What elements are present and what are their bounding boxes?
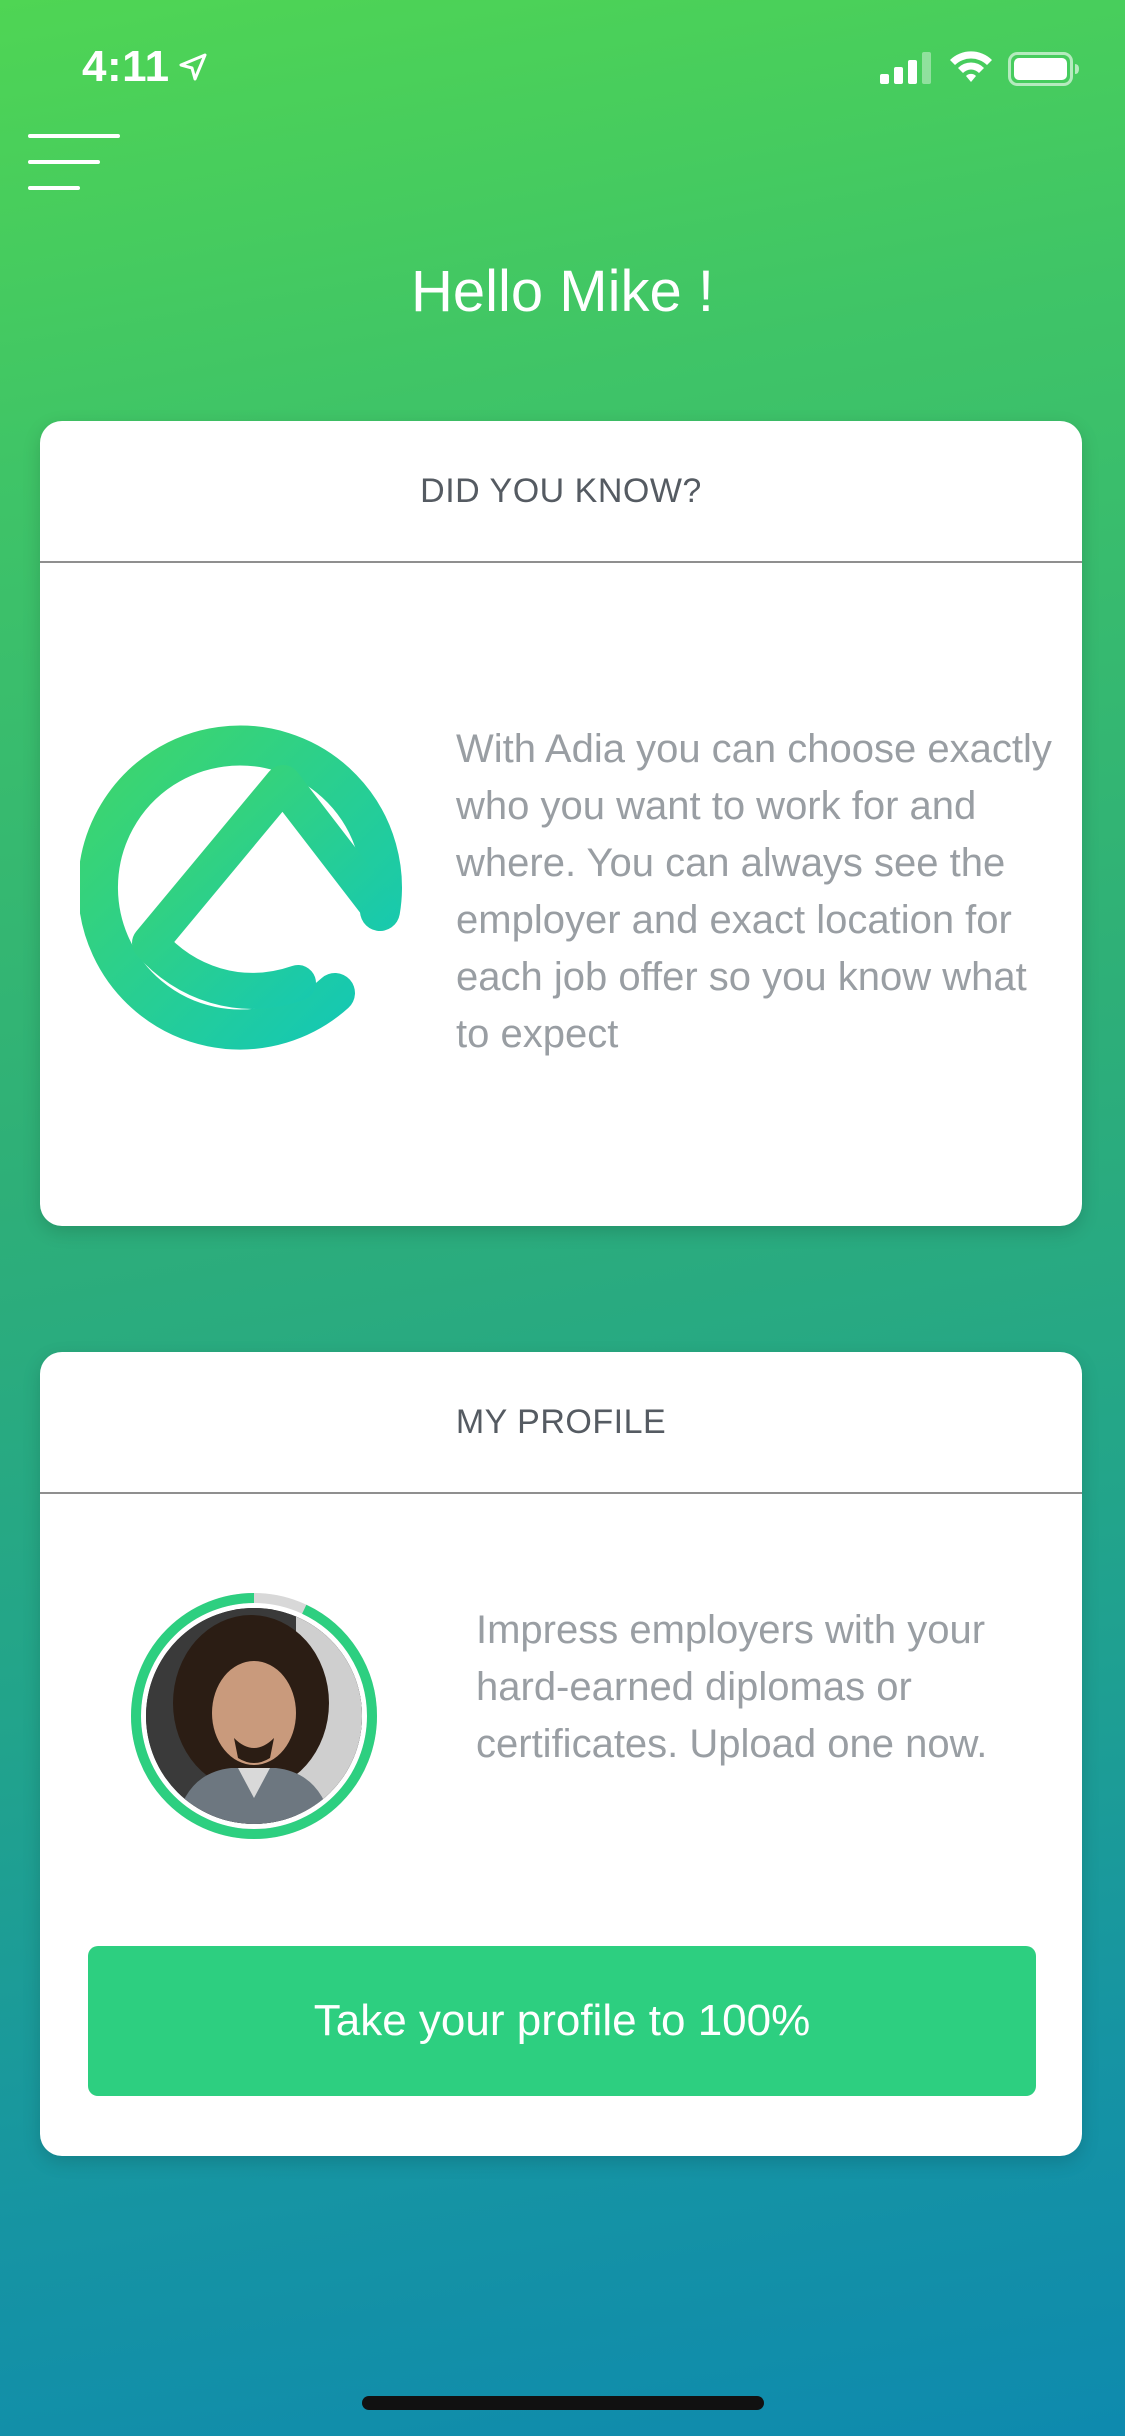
did-you-know-title: DID YOU KNOW? bbox=[40, 421, 1082, 563]
my-profile-title: MY PROFILE bbox=[40, 1352, 1082, 1494]
location-arrow-icon bbox=[179, 53, 207, 81]
wifi-icon bbox=[950, 51, 992, 82]
did-you-know-card: DID YOU KNOW? With Adia you can choose e… bbox=[40, 421, 1082, 1226]
did-you-know-text: With Adia you can choose exactly who you… bbox=[456, 727, 1052, 1056]
status-bar: 4:11 bbox=[0, 0, 1125, 140]
avatar[interactable] bbox=[130, 1592, 378, 1840]
hamburger-menu-icon bbox=[28, 134, 120, 190]
greeting-title: Hello Mike ! bbox=[411, 259, 714, 324]
status-time: 4:11 bbox=[82, 42, 170, 91]
home-indicator bbox=[362, 2396, 764, 2410]
complete-profile-button[interactable]: Take your profile to 100% bbox=[88, 1946, 1036, 2096]
profile-photo bbox=[146, 1608, 362, 1824]
profile-hint-text: Impress employers with your hard-earned … bbox=[476, 1608, 988, 1766]
adia-logo bbox=[80, 725, 402, 1050]
cellular-signal-icon bbox=[880, 52, 931, 84]
menu-button[interactable] bbox=[28, 130, 124, 200]
battery-icon bbox=[1008, 52, 1079, 86]
my-profile-card: MY PROFILE Impress employers with your h… bbox=[40, 1352, 1082, 2156]
